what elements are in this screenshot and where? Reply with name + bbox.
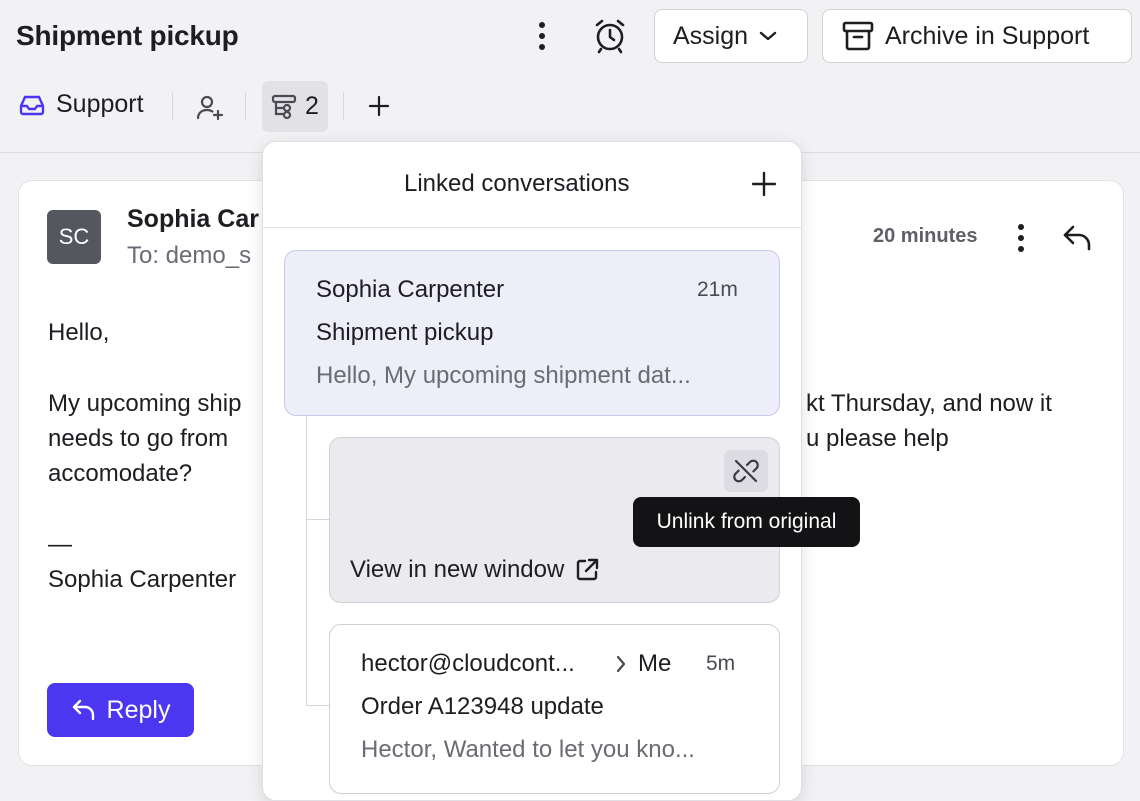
- unlink-button[interactable]: [724, 450, 768, 492]
- divider: [263, 227, 801, 228]
- message-reply-button[interactable]: [1056, 216, 1100, 260]
- view-label: View in new window: [350, 556, 565, 583]
- inbox-selector[interactable]: Support: [18, 90, 144, 119]
- conversation-to: Me: [638, 650, 672, 677]
- conversation-preview: Hello, My upcoming shipment dat...: [316, 362, 691, 389]
- assign-label: Assign: [673, 21, 749, 50]
- linked-conversations-button[interactable]: 2: [262, 81, 328, 132]
- message-more-button[interactable]: [1006, 218, 1036, 258]
- tree-connector: [306, 519, 330, 520]
- chevron-right-icon: [616, 655, 626, 673]
- sender-name[interactable]: Sophia Car: [127, 205, 259, 234]
- more-vertical-icon: [539, 22, 545, 50]
- message-line-1a: My upcoming ship: [48, 390, 242, 417]
- external-link-icon: [577, 558, 599, 581]
- conversation-from: Sophia Carpenter: [316, 276, 505, 303]
- add-tag-button[interactable]: [362, 88, 396, 124]
- linked-count: 2: [305, 92, 319, 120]
- archive-button[interactable]: Archive in Support: [822, 9, 1132, 63]
- unlink-icon: [733, 459, 759, 483]
- chevron-down-icon: [759, 31, 777, 41]
- tree-connector: [306, 705, 330, 706]
- signature-dash: —: [48, 531, 72, 558]
- linked-conversations-icon: [271, 94, 297, 119]
- signature-name: Sophia Carpenter: [48, 566, 237, 593]
- message-line-2a: needs to go from: [48, 425, 229, 452]
- add-participant-button[interactable]: [190, 88, 230, 128]
- conversation-subject: Order A123948 update: [361, 693, 604, 720]
- divider: [172, 92, 173, 120]
- inbox-icon: [19, 95, 45, 115]
- reply-icon: [72, 699, 94, 721]
- archive-icon: [842, 21, 874, 51]
- message-time: 20 minutes: [873, 225, 978, 247]
- page-title: Shipment pickup: [16, 20, 239, 51]
- add-linked-button[interactable]: [748, 168, 780, 200]
- user-plus-icon: [196, 95, 224, 121]
- plus-icon: [368, 95, 390, 117]
- tooltip: Unlink from original: [633, 497, 860, 547]
- conversation-from: hector@cloudcont...: [361, 650, 575, 677]
- avatar: SC: [47, 210, 101, 264]
- conversation-subject: Shipment pickup: [316, 319, 494, 346]
- inbox-label: Support: [56, 90, 144, 118]
- plus-icon: [751, 171, 777, 197]
- assign-button[interactable]: Assign: [654, 9, 808, 63]
- view-in-new-window-link[interactable]: View in new window: [350, 556, 600, 584]
- divider: [343, 92, 344, 120]
- reply-icon: [1063, 225, 1091, 251]
- more-vertical-icon: [1018, 224, 1024, 252]
- snooze-button[interactable]: [588, 14, 632, 58]
- reply-button[interactable]: Reply: [47, 683, 194, 737]
- alarm-clock-icon: [595, 19, 625, 54]
- message-line-3: accomodate?: [48, 460, 193, 487]
- popover-title: Linked conversations: [404, 170, 630, 197]
- message-greeting: Hello,: [48, 319, 110, 346]
- conversation-time: 5m: [706, 652, 736, 675]
- message-line-2b: u please help: [806, 425, 949, 452]
- more-options-button[interactable]: [522, 16, 562, 56]
- reply-label: Reply: [106, 695, 171, 724]
- archive-label: Archive in Support: [885, 21, 1090, 50]
- recipient-line: To: demo_s: [127, 242, 252, 269]
- divider: [245, 92, 246, 120]
- tree-connector: [306, 416, 307, 706]
- conversation-preview: Hector, Wanted to let you kno...: [361, 736, 695, 763]
- conversation-time: 21m: [697, 278, 738, 301]
- message-line-1b: kt Thursday, and now it: [806, 390, 1052, 417]
